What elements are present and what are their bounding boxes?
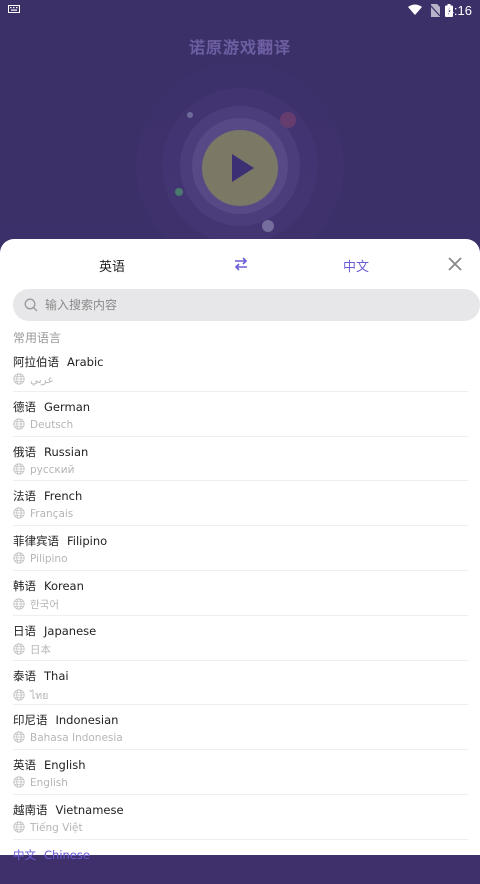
globe-icon <box>13 643 25 655</box>
language-native-name: Français <box>30 508 74 521</box>
language-native-name: Deutsch <box>30 418 74 431</box>
language-item-russian[interactable]: 俄语 Russian русский <box>13 437 468 482</box>
language-native-name: Bahasa Indonesia <box>30 732 123 745</box>
language-en-name: Thai <box>44 668 69 683</box>
language-native-name: ไทย <box>30 689 49 702</box>
language-item-arabic[interactable]: 阿拉伯语 Arabic عربي <box>13 347 468 392</box>
language-en-name: Russian <box>44 444 89 459</box>
language-native-name: English <box>30 777 68 790</box>
globe-icon <box>13 552 25 564</box>
play-icon <box>232 154 254 182</box>
language-item-english[interactable]: 英语 English English <box>13 750 468 795</box>
language-item-vietnamese[interactable]: 越南语 Vietnamese Tiếng Việt <box>13 795 468 840</box>
globe-icon <box>13 688 25 701</box>
language-cn-name: 印尼语 <box>13 713 48 728</box>
keyboard-icon <box>8 5 20 13</box>
search-input[interactable] <box>45 289 465 321</box>
language-native-name: عربي <box>30 374 54 386</box>
language-item-indonesian[interactable]: 印尼语 Indonesian Bahasa Indonesia <box>13 705 468 751</box>
search-bar <box>13 289 480 321</box>
language-cn-name: 越南语 <box>13 802 48 817</box>
app-title: 诺原游戏翻译 <box>188 38 291 57</box>
language-item-french[interactable]: 法语 French Français <box>13 481 468 527</box>
globe-icon <box>13 731 25 744</box>
language-cn-name: 韩语 <box>13 578 36 593</box>
language-tab-bar: 英语 中文 <box>0 239 480 289</box>
status-bar: 4:16 <box>0 0 480 22</box>
language-cn-name: 法语 <box>13 489 36 504</box>
language-native-name: русский <box>30 463 75 476</box>
language-item-korean[interactable]: 韩语 Korean 한국어 <box>13 571 468 616</box>
globe-icon <box>13 373 25 385</box>
language-item-japanese[interactable]: 日语 Japanese 日本 <box>13 616 468 661</box>
language-item-thai[interactable]: 泰语 Thai ไทย <box>13 661 468 706</box>
language-item-chinese[interactable]: 中文 Chinese <box>13 840 468 884</box>
language-en-name: Arabic <box>67 355 104 369</box>
language-en-name: Korean <box>44 578 84 593</box>
language-cn-name: 泰语 <box>13 668 36 683</box>
language-en-name: Vietnamese <box>55 802 124 817</box>
language-cn-name: 德语 <box>13 399 36 414</box>
swap-languages-icon[interactable] <box>232 255 250 273</box>
language-en-name: Japanese <box>44 623 97 638</box>
target-language-tab[interactable]: 中文 <box>324 256 388 275</box>
language-cn-name: 俄语 <box>13 444 36 459</box>
language-cn-name: 英语 <box>13 758 36 773</box>
translate-play-area <box>0 60 480 270</box>
language-en-name: English <box>44 758 86 773</box>
section-title: 常用语言 <box>13 331 62 345</box>
globe-icon <box>13 821 25 833</box>
search-icon <box>24 298 38 312</box>
globe-icon <box>13 507 25 520</box>
language-en-name: Indonesian <box>55 713 119 728</box>
language-item-filipino[interactable]: 菲律宾语 Filipino Pilipino <box>13 526 468 571</box>
clock: 4:16 <box>446 3 472 18</box>
language-list: 阿拉伯语 Arabic عربي 德语 German Deutsch 俄语 Russi… <box>0 347 480 884</box>
language-cn-name: 菲律宾语 <box>13 534 59 549</box>
globe-icon <box>13 418 25 430</box>
no-sim-icon <box>430 4 440 17</box>
language-native-name: 한국어 <box>30 598 59 611</box>
source-language-tab[interactable]: 英语 <box>80 256 144 275</box>
language-cn-name: 阿拉伯语 <box>13 355 59 369</box>
close-icon[interactable] <box>446 255 464 273</box>
language-item-german[interactable]: 德语 German Deutsch <box>13 392 468 437</box>
globe-icon <box>13 776 25 788</box>
globe-icon <box>13 598 25 610</box>
language-native-name: 日本 <box>30 643 51 656</box>
language-native-name: Pilipino <box>30 553 68 566</box>
wifi-icon <box>408 4 422 15</box>
play-button[interactable] <box>202 130 278 206</box>
language-en-name: German <box>44 399 91 414</box>
language-cn-name: 日语 <box>13 623 36 638</box>
language-en-name: French <box>44 489 83 504</box>
language-native-name: Tiếng Việt <box>30 821 83 834</box>
language-en-name: Filipino <box>67 534 108 549</box>
globe-icon <box>13 462 25 475</box>
language-picker-sheet: 英语 中文 常用语言 阿拉伯语 Arabic عربي 德语 German Deut… <box>0 239 480 862</box>
